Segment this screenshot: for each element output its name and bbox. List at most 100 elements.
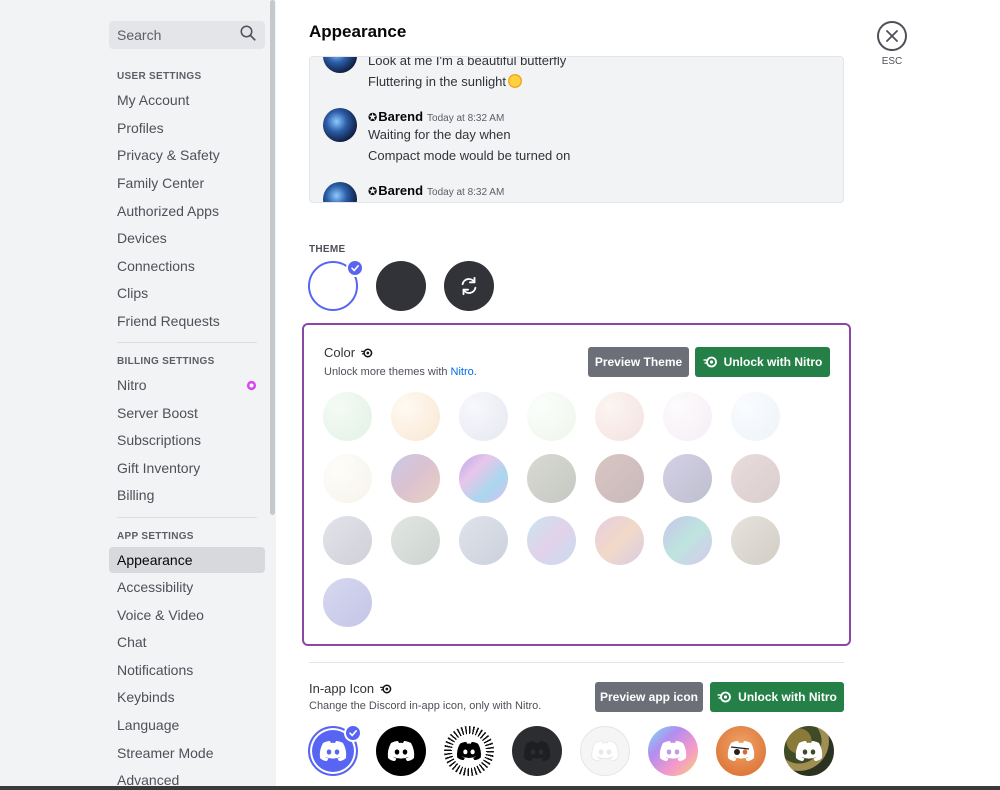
discord-logo-icon — [387, 741, 415, 761]
sidebar-divider — [117, 517, 257, 518]
app-icon-white[interactable] — [580, 726, 630, 776]
color-swatch-sand[interactable] — [731, 516, 780, 565]
color-swatch-periwinkle[interactable] — [323, 578, 372, 627]
color-swatch-opal[interactable] — [527, 516, 576, 565]
sidebar-item-profiles[interactable]: Profiles — [109, 115, 265, 141]
app-icon-burst[interactable] — [444, 726, 494, 776]
star-icon: ✪ — [368, 186, 378, 198]
message-line: Look at me I'm a beautiful butterfly — [368, 56, 567, 68]
sidebar-item-keybinds[interactable]: Keybinds — [109, 684, 265, 710]
sidebar-item-accessibility[interactable]: Accessibility — [109, 574, 265, 600]
app-icon-camo[interactable] — [784, 726, 834, 776]
close-button[interactable] — [877, 21, 907, 51]
nitro-icon — [360, 348, 373, 358]
sidebar-item-subscriptions[interactable]: Subscriptions — [109, 427, 265, 453]
color-swatch-sage[interactable] — [527, 454, 576, 503]
sidebar-item-gift-inventory[interactable]: Gift Inventory — [109, 455, 265, 481]
color-swatch-mint[interactable] — [323, 392, 372, 441]
check-icon — [344, 724, 362, 742]
message-timestamp: Today at 8:32 AM — [427, 187, 505, 198]
sidebar-item-nitro[interactable]: Nitro — [109, 372, 265, 398]
search-icon — [239, 24, 257, 47]
color-swatch-fog[interactable] — [391, 516, 440, 565]
preview-app-icon-button[interactable]: Preview app icon — [595, 682, 703, 712]
page-title: Appearance — [309, 22, 407, 41]
color-swatch-pearl[interactable] — [663, 392, 712, 441]
color-swatch-rose-grey[interactable] — [595, 454, 644, 503]
sidebar-item-friend-requests[interactable]: Friend Requests — [109, 308, 265, 334]
color-swatch-holo[interactable] — [663, 516, 712, 565]
sidebar-item-authorized-apps[interactable]: Authorized Apps — [109, 198, 265, 224]
sun-emoji-icon — [508, 74, 523, 88]
color-swatch-blush[interactable] — [595, 392, 644, 441]
color-swatch-aurora[interactable] — [459, 454, 508, 503]
section-divider — [309, 662, 844, 663]
theme-label: THEME — [309, 244, 346, 255]
color-swatch-ice[interactable] — [731, 392, 780, 441]
nitro-icon — [246, 380, 257, 391]
color-swatch-silver[interactable] — [323, 516, 372, 565]
color-swatch-mauve[interactable] — [731, 454, 780, 503]
sidebar-item-my-account[interactable]: My Account — [109, 87, 265, 113]
nitro-link[interactable]: Nitro — [451, 366, 474, 378]
theme-light-option[interactable] — [308, 259, 364, 311]
color-theme-panel: Color Unlock more themes with Nitro. Pre… — [302, 323, 851, 646]
sidebar-item-devices[interactable]: Devices — [109, 225, 265, 251]
avatar — [323, 182, 357, 202]
sidebar-item-notifications[interactable]: Notifications — [109, 657, 265, 683]
sidebar-item-connections[interactable]: Connections — [109, 253, 265, 279]
color-swatch-lavender-mist[interactable] — [459, 392, 508, 441]
unlock-nitro-app-icon-button[interactable]: Unlock with Nitro — [710, 682, 844, 712]
app-icon-black[interactable] — [376, 726, 426, 776]
preview-theme-button[interactable]: Preview Theme — [588, 347, 689, 377]
app-icon-subtitle: Change the Discord in-app icon, only wit… — [309, 700, 542, 712]
message-author: ✪Barend Today at 8:32 AM — [368, 183, 505, 198]
sidebar-item-language[interactable]: Language — [109, 712, 265, 738]
discord-logo-icon — [795, 741, 823, 761]
app-icon-default[interactable] — [308, 724, 362, 776]
message-author: ✪Barend Today at 8:32 AM — [368, 109, 505, 124]
discord-logo-icon — [659, 741, 687, 761]
color-swatch-sunset[interactable] — [595, 516, 644, 565]
sidebar-divider — [117, 342, 257, 343]
close-control: ESC — [877, 21, 907, 67]
sidebar-item-clips[interactable]: Clips — [109, 280, 265, 306]
color-swatch-peach[interactable] — [391, 392, 440, 441]
discord-logo-icon — [457, 741, 481, 761]
unlock-nitro-button[interactable]: Unlock with Nitro — [695, 347, 830, 377]
close-icon — [886, 30, 898, 42]
color-swatch-steel[interactable] — [459, 516, 508, 565]
message-line: Waiting for the day when — [368, 127, 511, 142]
window-bottom-edge — [0, 786, 1000, 790]
color-swatch-slate[interactable] — [663, 454, 712, 503]
color-swatch-dusk[interactable] — [391, 454, 440, 503]
section-header-app-settings: APP SETTINGS — [117, 531, 194, 542]
sidebar-item-privacy-safety[interactable]: Privacy & Safety — [109, 142, 265, 168]
settings-sidebar: Search USER SETTINGS My Account Profiles… — [0, 0, 276, 788]
discord-logo-icon — [591, 740, 619, 762]
sidebar-scrollbar[interactable] — [270, 0, 275, 515]
sidebar-item-chat[interactable]: Chat — [109, 629, 265, 655]
sidebar-item-appearance[interactable]: Appearance — [109, 547, 265, 573]
sidebar-item-voice-video[interactable]: Voice & Video — [109, 602, 265, 628]
app-icon-holographic[interactable] — [648, 726, 698, 776]
theme-sync-option[interactable] — [444, 261, 494, 311]
app-icon-pirate[interactable] — [716, 726, 766, 776]
color-swatch-pale-green[interactable] — [527, 392, 576, 441]
sidebar-item-billing[interactable]: Billing — [109, 482, 265, 508]
search-placeholder: Search — [117, 27, 162, 43]
sidebar-item-family-center[interactable]: Family Center — [109, 170, 265, 196]
app-icon-dark[interactable] — [512, 726, 562, 776]
nitro-icon — [379, 684, 392, 694]
section-header-billing-settings: BILLING SETTINGS — [117, 356, 215, 367]
search-input[interactable]: Search — [109, 21, 265, 49]
sync-icon — [461, 276, 477, 296]
esc-label: ESC — [881, 56, 903, 67]
nitro-icon — [703, 356, 717, 368]
color-swatch-cream[interactable] — [323, 454, 372, 503]
sidebar-item-streamer-mode[interactable]: Streamer Mode — [109, 740, 265, 766]
section-header-user-settings: USER SETTINGS — [117, 71, 202, 82]
color-title: Color — [324, 345, 373, 360]
theme-dark-option[interactable] — [376, 261, 426, 311]
sidebar-item-server-boost[interactable]: Server Boost — [109, 400, 265, 426]
